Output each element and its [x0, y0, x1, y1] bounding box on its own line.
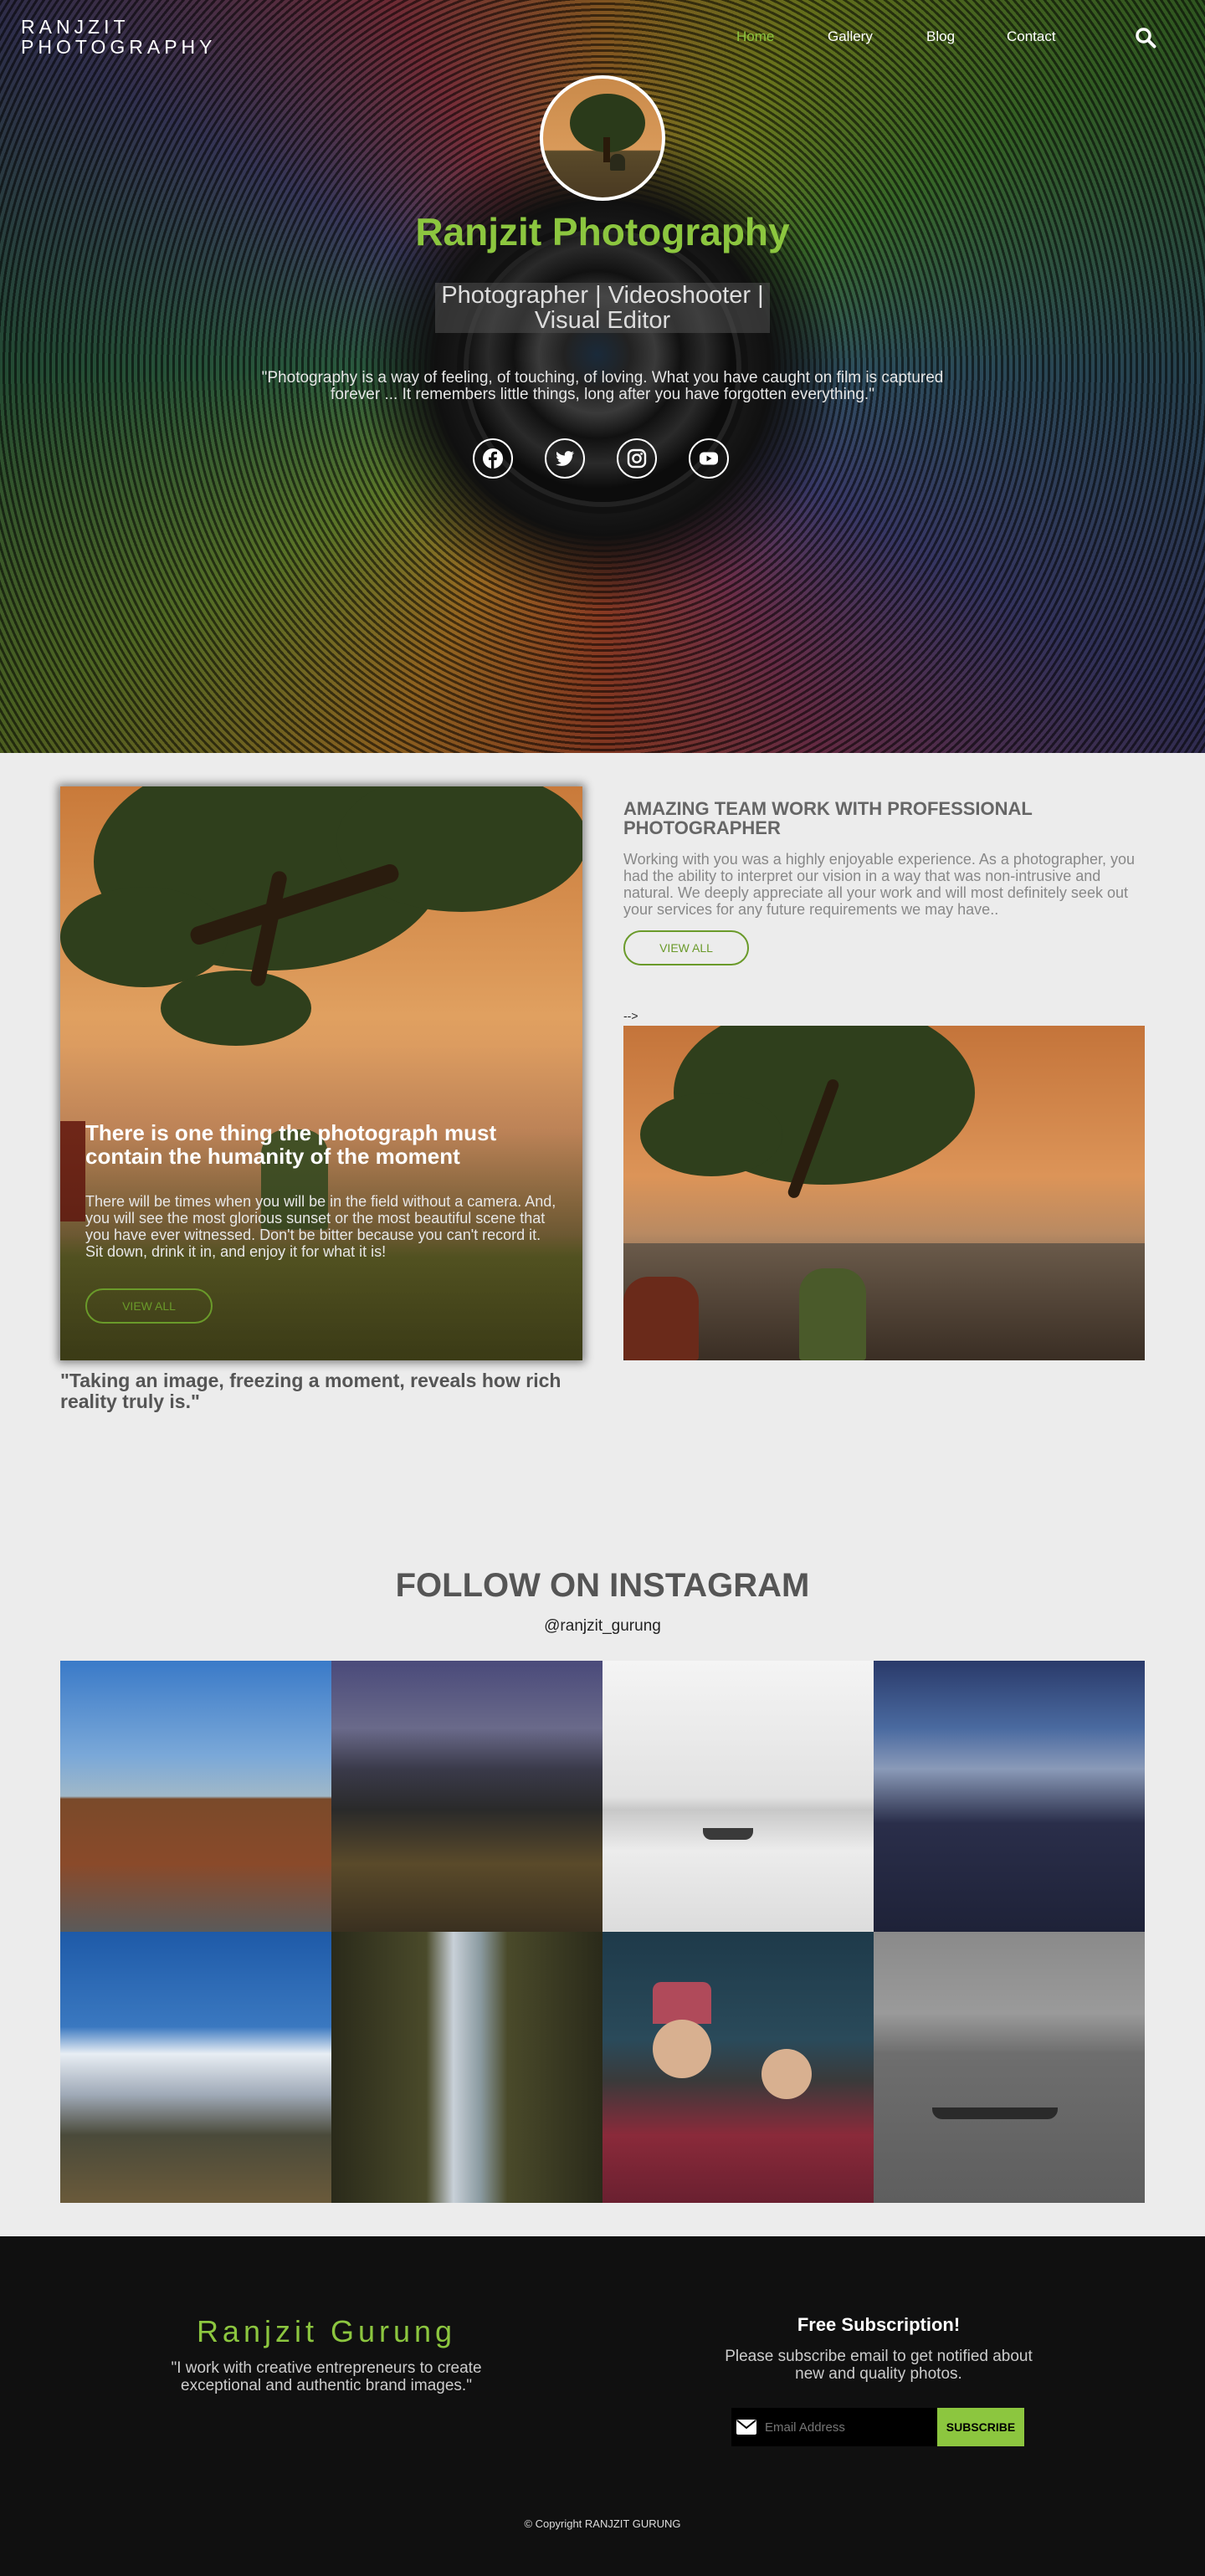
hero-subtitle: Photographer | Videoshooter | Visual Edi… — [435, 283, 770, 333]
instagram-handle[interactable]: @ranjzit_gurung — [0, 1617, 1205, 1636]
nav-home[interactable]: Home — [736, 28, 774, 45]
footer-quote: "I work with creative entrepreneurs to c… — [171, 2359, 482, 2394]
youtube-icon — [700, 452, 718, 465]
copyright-text: © Copyright RANJZIT GURUNG — [524, 2517, 681, 2530]
nav-blog[interactable]: Blog — [926, 28, 955, 45]
stray-comment-text: --> — [623, 1009, 638, 1022]
instagram-photo-6[interactable] — [331, 1932, 602, 2203]
instagram-photo-3[interactable] — [602, 1661, 874, 1932]
hero-title: Ranjzit Photography — [415, 210, 790, 254]
team-photo — [623, 1026, 1145, 1360]
instagram-link[interactable] — [617, 438, 657, 479]
feature-card: There is one thing the photograph must c… — [60, 786, 582, 1360]
instagram-photo-8[interactable] — [874, 1932, 1145, 2203]
facebook-icon — [483, 448, 503, 469]
site-logo[interactable]: RANJZIT PHOTOGRAPHY — [21, 17, 217, 57]
feature-card-title: There is one thing the photograph must c… — [85, 1120, 497, 1169]
twitter-link[interactable] — [545, 438, 585, 479]
email-field[interactable] — [731, 2408, 937, 2446]
footer-name: Ranjzit Gurung — [196, 2314, 457, 2348]
instagram-photo-1[interactable] — [60, 1661, 331, 1932]
instagram-photo-7[interactable] — [602, 1932, 874, 2203]
facebook-link[interactable] — [473, 438, 513, 479]
instagram-title: FOLLOW ON INSTAGRAM — [395, 1567, 810, 1604]
feature-caption: "Taking an image, freezing a moment, rev… — [60, 1370, 561, 1412]
logo-line-2: PHOTOGRAPHY — [21, 36, 217, 58]
team-view-all-button[interactable]: VIEW ALL — [623, 930, 749, 965]
profile-avatar — [540, 75, 665, 201]
search-icon[interactable] — [1135, 27, 1156, 49]
logo-line-1: RANJZIT — [21, 16, 130, 38]
nav-contact[interactable]: Contact — [1007, 28, 1056, 45]
instagram-photo-4[interactable] — [874, 1661, 1145, 1932]
instagram-photo-5[interactable] — [60, 1932, 331, 2203]
instagram-photo-2[interactable] — [331, 1661, 602, 1932]
feature-card-text: There will be times when you will be in … — [85, 1193, 556, 1260]
hero-subtitle-line-2: Visual Editor — [534, 307, 671, 334]
hero-quote: "Photography is a way of feeling, of tou… — [261, 369, 944, 403]
instagram-icon — [627, 448, 647, 469]
team-title: AMAZING TEAM WORK WITH PROFESSIONAL PHOT… — [623, 798, 1033, 838]
twitter-icon — [556, 451, 575, 466]
nav-gallery[interactable]: Gallery — [828, 28, 873, 45]
subscription-title: Free Subscription! — [797, 2314, 961, 2335]
youtube-link[interactable] — [689, 438, 729, 479]
team-text: Working with you was a highly enjoyable … — [623, 851, 1136, 918]
feature-view-all-button[interactable]: VIEW ALL — [85, 1288, 213, 1324]
hero-subtitle-line-1: Photographer | Videoshooter | — [441, 282, 764, 309]
subscription-text: Please subscribe email to get notified a… — [725, 2348, 1033, 2383]
mail-icon — [736, 2420, 756, 2435]
subscribe-button[interactable]: SUBSCRIBE — [937, 2408, 1024, 2446]
